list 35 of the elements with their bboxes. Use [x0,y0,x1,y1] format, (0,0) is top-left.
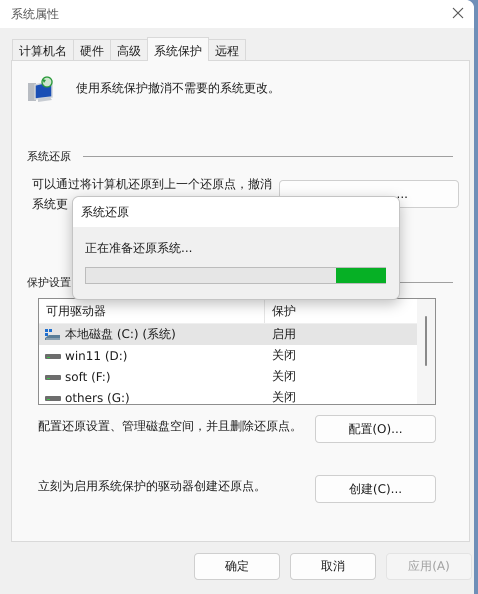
section-heading: 系统还原 [27,149,71,164]
drive-name: soft (F:) [65,370,111,384]
progress-message: 正在准备还原系统... [85,240,194,257]
column-header[interactable]: 保护 [265,299,417,323]
tab[interactable]: 计算机名 [12,39,74,60]
create-text: 立刻为启用系统保护的驱动器创建还原点。 [38,478,266,495]
description-text: 系统更 [32,196,68,213]
description-text: 可以通过将计算机还原到上一个还原点，撤消 [32,176,272,193]
dialog-button[interactable]: 取消 [290,553,376,580]
drive-row[interactable]: 本地磁盘 (C:) (系统) 启用 [39,324,417,345]
tab[interactable]: 系统保护 [147,37,209,61]
close-icon[interactable] [452,7,464,19]
window-title: 系统属性 [11,6,59,22]
computer-restore-icon [26,75,56,105]
dialog-title: 系统还原 [81,204,129,220]
drive-row[interactable]: others (G:) 关闭 [39,387,417,404]
drive-name: 本地磁盘 (C:) (系统) [65,326,176,343]
create-button[interactable]: 创建(C)... [315,475,436,503]
scrollbar[interactable] [417,299,435,404]
protection-status: 关闭 [271,347,297,364]
section-heading: 保护设置 [27,275,71,290]
system-drive-icon [45,328,61,340]
tab[interactable]: 硬件 [73,39,111,60]
tab[interactable]: 远程 [208,39,246,60]
protection-status: 启用 [271,326,297,343]
drive-name: win11 (D:) [65,348,128,362]
protection-status: 关闭 [271,368,297,385]
configure-text: 配置还原设置、管理磁盘空间，并且删除还原点。 [38,418,302,435]
intro-text: 使用系统保护撤消不需要的系统更改。 [76,80,280,97]
configure-button[interactable]: 配置(O)... [315,415,436,443]
protection-status: 关闭 [271,389,297,404]
drive-row[interactable]: soft (F:) 关闭 [39,366,417,387]
drive-name: others (G:) [65,390,130,404]
dialog-button[interactable]: 确定 [194,553,280,580]
drive-row[interactable]: win11 (D:) 关闭 [39,345,417,366]
